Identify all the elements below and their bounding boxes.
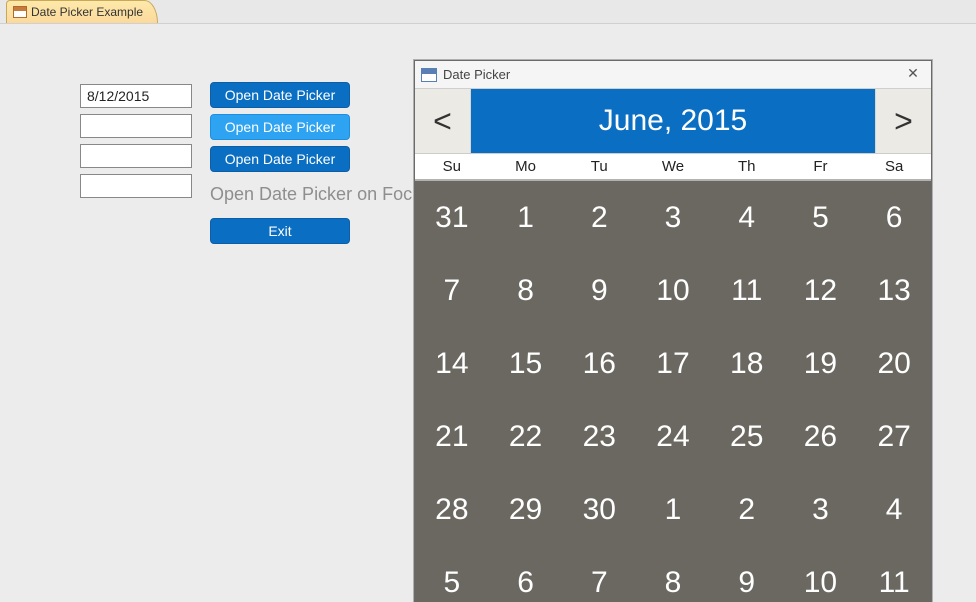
date-input-1[interactable] — [80, 84, 192, 108]
calendar-day[interactable]: 21 — [415, 400, 489, 473]
calendar-day[interactable]: 2 — [562, 181, 636, 254]
prev-month-button[interactable]: < — [415, 89, 471, 153]
calendar-day[interactable]: 6 — [857, 181, 931, 254]
date-input-3[interactable] — [80, 144, 192, 168]
open-date-picker-button-2[interactable]: Open Date Picker — [210, 114, 350, 140]
calendar-day[interactable]: 29 — [489, 473, 563, 546]
calendar-day[interactable]: 14 — [415, 327, 489, 400]
calendar-day[interactable]: 16 — [562, 327, 636, 400]
dow-su: Su — [415, 154, 489, 179]
calendar-day[interactable]: 18 — [710, 327, 784, 400]
exit-button[interactable]: Exit — [210, 218, 350, 244]
calendar-day[interactable]: 5 — [415, 546, 489, 602]
next-month-button[interactable]: > — [875, 89, 931, 153]
calendar-day[interactable]: 3 — [784, 473, 858, 546]
date-picker-window: Date Picker ✕ < June, 2015 > Su Mo Tu We… — [414, 60, 932, 602]
calendar-day[interactable]: 15 — [489, 327, 563, 400]
dow-th: Th — [710, 154, 784, 179]
calendar-dow-row: Su Mo Tu We Th Fr Sa — [415, 153, 931, 181]
calendar-day[interactable]: 1 — [489, 181, 563, 254]
form-icon — [421, 68, 437, 82]
calendar-day[interactable]: 10 — [636, 254, 710, 327]
dow-sa: Sa — [857, 154, 931, 179]
calendar-day[interactable]: 5 — [784, 181, 858, 254]
calendar-day[interactable]: 31 — [415, 181, 489, 254]
calendar-day[interactable]: 26 — [784, 400, 858, 473]
dow-tu: Tu — [562, 154, 636, 179]
calendar-day[interactable]: 30 — [562, 473, 636, 546]
calendar-day[interactable]: 12 — [784, 254, 858, 327]
date-input-2[interactable] — [80, 114, 192, 138]
calendar-day[interactable]: 27 — [857, 400, 931, 473]
form-icon — [13, 6, 27, 18]
calendar-day[interactable]: 4 — [710, 181, 784, 254]
workspace: Open Date Picker Open Date Picker Open D… — [0, 24, 976, 602]
calendar-day[interactable]: 2 — [710, 473, 784, 546]
calendar-day[interactable]: 11 — [857, 546, 931, 602]
tab-bar: Date Picker Example — [0, 0, 976, 24]
dow-we: We — [636, 154, 710, 179]
dow-fr: Fr — [784, 154, 858, 179]
calendar-day[interactable]: 22 — [489, 400, 563, 473]
calendar-day[interactable]: 7 — [562, 546, 636, 602]
open-on-focus-label: Open Date Picker on Focus — [210, 184, 431, 205]
calendar-grid: 3112345678910111213141516171819202122232… — [415, 181, 931, 602]
calendar-day[interactable]: 25 — [710, 400, 784, 473]
tab-date-picker-example[interactable]: Date Picker Example — [6, 0, 158, 23]
calendar-day[interactable]: 11 — [710, 254, 784, 327]
calendar-day[interactable]: 24 — [636, 400, 710, 473]
calendar-day[interactable]: 19 — [784, 327, 858, 400]
calendar-day[interactable]: 6 — [489, 546, 563, 602]
calendar-day[interactable]: 17 — [636, 327, 710, 400]
calendar-day[interactable]: 4 — [857, 473, 931, 546]
calendar-day[interactable]: 13 — [857, 254, 931, 327]
open-date-picker-button-3[interactable]: Open Date Picker — [210, 146, 350, 172]
date-input-4[interactable] — [80, 174, 192, 198]
month-year-label[interactable]: June, 2015 — [471, 89, 875, 153]
calendar-day[interactable]: 28 — [415, 473, 489, 546]
dow-mo: Mo — [489, 154, 563, 179]
calendar-day[interactable]: 23 — [562, 400, 636, 473]
calendar-day[interactable]: 10 — [784, 546, 858, 602]
calendar-day[interactable]: 20 — [857, 327, 931, 400]
date-picker-titlebar[interactable]: Date Picker ✕ — [415, 61, 931, 89]
open-date-picker-button-1[interactable]: Open Date Picker — [210, 82, 350, 108]
calendar-header: < June, 2015 > — [415, 89, 931, 153]
calendar-day[interactable]: 1 — [636, 473, 710, 546]
calendar-day[interactable]: 9 — [710, 546, 784, 602]
close-icon[interactable]: ✕ — [903, 65, 923, 83]
calendar-day[interactable]: 8 — [489, 254, 563, 327]
calendar-day[interactable]: 9 — [562, 254, 636, 327]
calendar-day[interactable]: 8 — [636, 546, 710, 602]
tab-title: Date Picker Example — [31, 5, 143, 19]
calendar-day[interactable]: 7 — [415, 254, 489, 327]
calendar-day[interactable]: 3 — [636, 181, 710, 254]
date-picker-title: Date Picker — [443, 67, 510, 82]
